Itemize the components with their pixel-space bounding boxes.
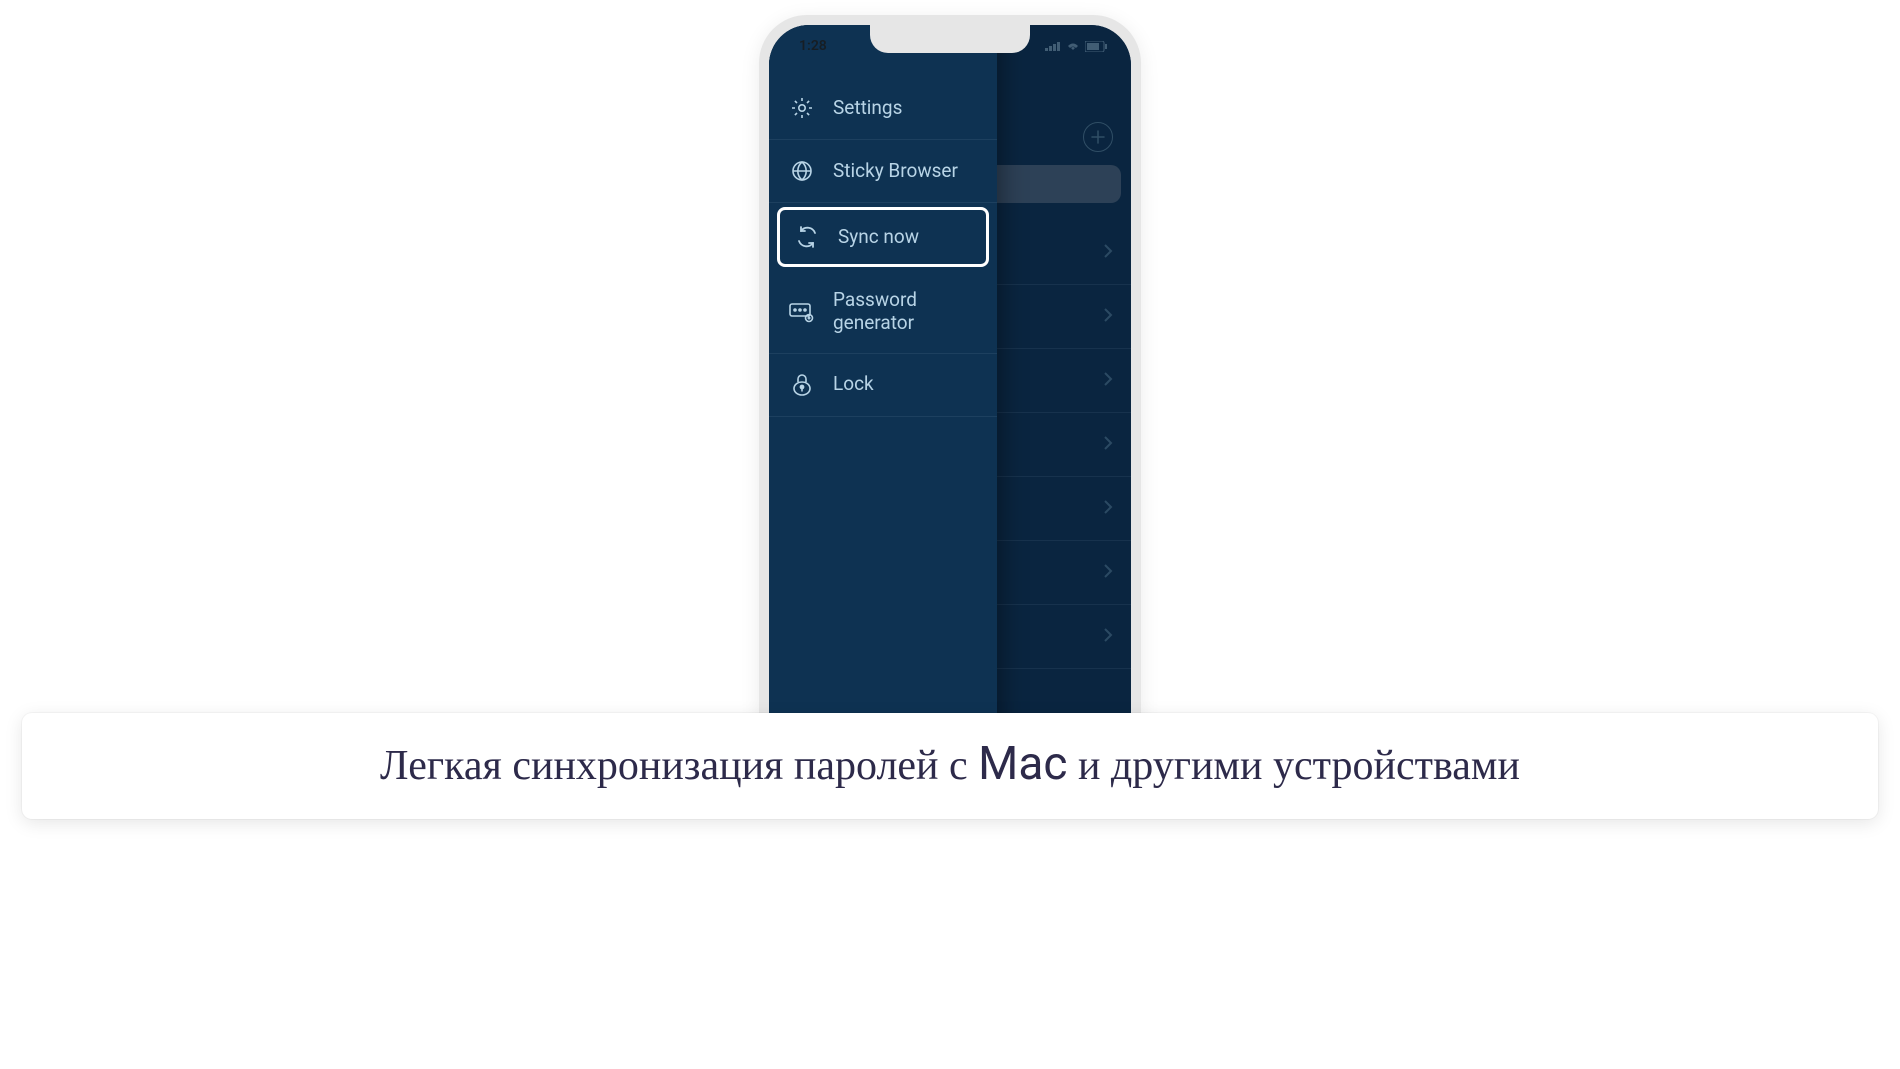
globe-icon [789, 158, 815, 184]
sidebar-item-label: Sticky Browser [833, 160, 958, 183]
phone-notch [870, 25, 1030, 53]
sidebar-item-label: Password generator [833, 289, 983, 335]
chevron-right-icon [1103, 563, 1113, 583]
sidebar-item-settings[interactable]: Settings [769, 77, 997, 140]
caption-text-after: и другими устройствами [1067, 743, 1520, 789]
chevron-right-icon [1103, 627, 1113, 647]
wifi-icon [1065, 40, 1081, 52]
chevron-right-icon [1103, 435, 1113, 455]
status-time: 1:28 [799, 38, 827, 54]
password-generator-icon [789, 299, 815, 325]
add-button[interactable] [1083, 122, 1113, 152]
lock-icon [789, 372, 815, 398]
battery-icon [1085, 41, 1107, 52]
phone-screen: 1:28 [769, 25, 1131, 785]
screen-body: 1:28 [769, 25, 1131, 785]
sidebar-item-lock[interactable]: Lock [769, 354, 997, 417]
chevron-right-icon [1103, 307, 1113, 327]
chevron-right-icon [1103, 243, 1113, 263]
sidebar-item-password-generator[interactable]: Password generator [769, 271, 997, 354]
sidebar-item-sync-now[interactable]: Sync now [777, 207, 989, 267]
sidebar-item-label: Settings [833, 97, 902, 120]
sync-icon [794, 224, 820, 250]
caption-highlight: Mac [978, 737, 1067, 791]
chevron-right-icon [1103, 499, 1113, 519]
caption-card: Легкая синхронизация паролей с Mac и дру… [22, 713, 1878, 819]
phone-frame: 1:28 [759, 15, 1141, 795]
caption-text-before: Легкая синхронизация паролей с [380, 743, 978, 789]
cellular-icon [1045, 41, 1061, 51]
plus-icon [1091, 130, 1105, 144]
sidebar-item-label: Lock [833, 373, 874, 396]
sidebar-item-label: Sync now [838, 226, 919, 249]
chevron-right-icon [1103, 371, 1113, 391]
side-drawer: Settings Sticky Browser [769, 25, 997, 785]
sidebar-item-sticky-browser[interactable]: Sticky Browser [769, 140, 997, 203]
gear-icon [789, 95, 815, 121]
status-indicators [1045, 40, 1107, 52]
